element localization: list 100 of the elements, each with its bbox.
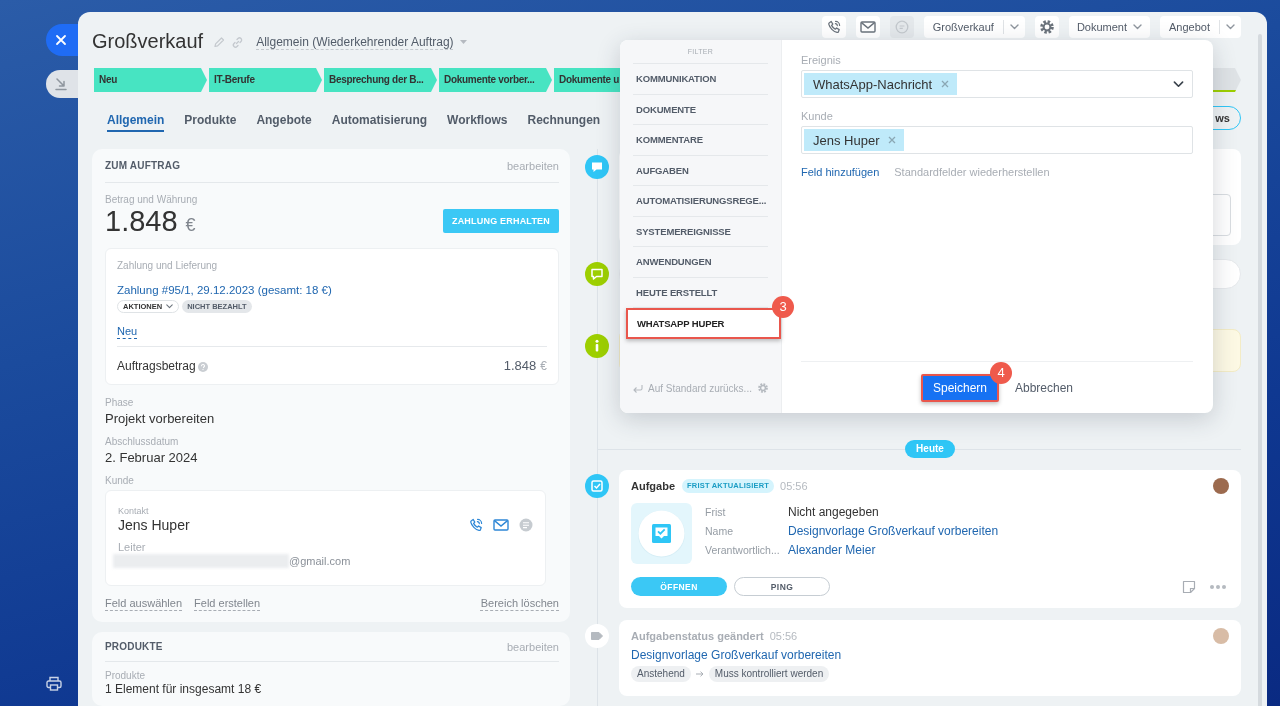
stage-step[interactable]: Neu	[94, 68, 207, 92]
contact-name[interactable]: Jens Huper	[118, 517, 190, 533]
arrow-icon	[695, 671, 704, 677]
add-field-link[interactable]: Feld hinzufügen	[801, 166, 880, 178]
chevron-down-icon	[1226, 24, 1235, 30]
collapse-button[interactable]	[46, 70, 78, 98]
chevron-down-icon	[166, 304, 174, 309]
phone-icon	[826, 20, 841, 34]
step-badge: 4	[990, 362, 1012, 384]
email-link[interactable]: @gmail.com	[289, 555, 351, 567]
filter-item[interactable]: ANWENDUNGEN	[633, 247, 768, 278]
pipeline-selector[interactable]: Allgemein (Wiederkehrender Auftrag)	[256, 34, 467, 50]
split-button[interactable]: Großverkauf	[923, 16, 1025, 38]
save-button[interactable]: Speichern	[920, 374, 999, 402]
settings-button[interactable]	[1034, 16, 1059, 38]
chat-icon	[894, 20, 909, 34]
filter-item[interactable]: AUFGABEN	[633, 155, 768, 186]
filter-item[interactable]: WHATSAPP HUPER	[626, 308, 781, 339]
field-label: Name	[705, 524, 733, 539]
dashed-link[interactable]: Bereich löschen	[480, 597, 559, 609]
chat-icon	[585, 262, 609, 286]
print-icon[interactable]	[46, 676, 62, 691]
field-label: Frist	[705, 505, 726, 520]
tab[interactable]: Angebote	[256, 104, 312, 132]
task-title: Aufgabe	[631, 480, 675, 492]
timestamp: 05:56	[780, 480, 808, 492]
card-title: PRODUKTE	[105, 641, 163, 652]
new-link[interactable]: Neu	[117, 325, 138, 337]
more-icon[interactable]	[1210, 584, 1226, 589]
field-label: Kunde	[801, 109, 834, 123]
tab[interactable]: Automatisierung	[331, 104, 428, 132]
filter-item[interactable]: AUTOMATISIERUNGSREGE...	[633, 186, 768, 217]
input-field[interactable]: Jens Huper	[801, 126, 1193, 154]
ping-button[interactable]: PING	[734, 577, 830, 596]
field-label: Leiter	[118, 541, 147, 554]
filter-item[interactable]: KOMMUNIKATION	[633, 64, 768, 95]
tab[interactable]: Allgemein	[107, 104, 165, 132]
tab[interactable]: Produkte	[184, 104, 237, 132]
tab[interactable]: Workflows	[447, 104, 508, 132]
settings-icon[interactable]	[758, 383, 768, 393]
note-icon[interactable]	[1182, 579, 1196, 594]
stage-step[interactable]: IT-Berufe	[209, 68, 322, 92]
total-value: 1.848	[503, 358, 537, 373]
comment-icon	[585, 155, 609, 179]
split-button[interactable]: Angebot	[1160, 16, 1241, 38]
remove-icon[interactable]	[941, 80, 950, 88]
remove-icon[interactable]	[888, 136, 897, 144]
link-icon[interactable]	[231, 36, 245, 49]
field-value: Projekt vorbereiten	[105, 411, 216, 427]
dashed-link[interactable]: Feld erstellen	[194, 597, 261, 609]
email-button[interactable]	[855, 16, 880, 38]
tag-icon	[585, 624, 609, 648]
currency-sign: €	[540, 359, 547, 373]
call-button[interactable]	[821, 16, 846, 38]
filter-item[interactable]: DOKUMENTE	[633, 94, 768, 125]
tab[interactable]: Rechnungen	[527, 104, 601, 132]
filter-item[interactable]: KOMMENTARE	[633, 125, 768, 156]
settings-icon	[1039, 20, 1054, 34]
task-link[interactable]: Designvorlage Großverkauf vorbereiten	[631, 648, 842, 662]
currency-sign: €	[185, 215, 196, 236]
chevron-down-icon	[1173, 80, 1184, 88]
event-title: Aufgabenstatus geändert	[631, 630, 764, 642]
close-button[interactable]	[46, 24, 78, 56]
filter-item[interactable]: SYSTEMEREIGNISSE	[633, 216, 768, 247]
phone-icon[interactable]	[469, 518, 483, 532]
field-label: Produkte	[105, 670, 147, 682]
stage-step[interactable]: Besprechung der B...	[324, 68, 437, 92]
stage-step[interactable]: Dokumente vorber...	[439, 68, 552, 92]
pencil-icon[interactable]	[213, 36, 226, 48]
task-link[interactable]: Alexander Meier	[788, 541, 876, 560]
envelope-icon[interactable]	[493, 519, 509, 531]
selected-tag[interactable]: Jens Huper	[804, 129, 905, 151]
status-tag: Muss kontrolliert werden	[708, 666, 830, 682]
status-tag: Anstehend	[631, 666, 691, 682]
help-icon[interactable]	[197, 361, 208, 372]
field-value: Nicht angegeben	[788, 504, 879, 521]
caret-icon	[459, 40, 467, 44]
chevron-down-icon	[1133, 24, 1142, 30]
amount-value: 1.848	[105, 206, 178, 236]
field-label: Phase	[105, 397, 135, 409]
payment-link[interactable]: Zahlung #95/1, 29.12.2023 (gesamt: 18 €)	[117, 284, 332, 296]
cancel-button[interactable]: Abbrechen	[1015, 381, 1074, 395]
chat-icon[interactable]	[519, 518, 533, 532]
task-icon	[631, 503, 692, 564]
select-field[interactable]: WhatsApp-Nachricht	[801, 70, 1193, 98]
field-label: Betrag und Währung	[105, 194, 199, 206]
avatar	[1213, 628, 1229, 644]
info-icon	[585, 334, 609, 358]
selected-tag[interactable]: WhatsApp-Nachricht	[804, 73, 958, 95]
dashed-link[interactable]: Feld auswählen	[105, 597, 183, 609]
field-label: Kunde	[105, 475, 135, 487]
section-label: Zahlung und Lieferung	[117, 260, 219, 272]
page-title: Großverkauf	[92, 29, 204, 53]
field-label: Ereignis	[801, 53, 842, 67]
dropdown-button[interactable]: Dokument	[1068, 16, 1150, 38]
close-icon	[55, 34, 67, 46]
date-divider: Heute	[905, 440, 955, 458]
task-link[interactable]: Designvorlage Großverkauf vorbereiten	[788, 522, 999, 541]
avatar	[1213, 478, 1229, 494]
envelope-icon	[859, 21, 876, 33]
